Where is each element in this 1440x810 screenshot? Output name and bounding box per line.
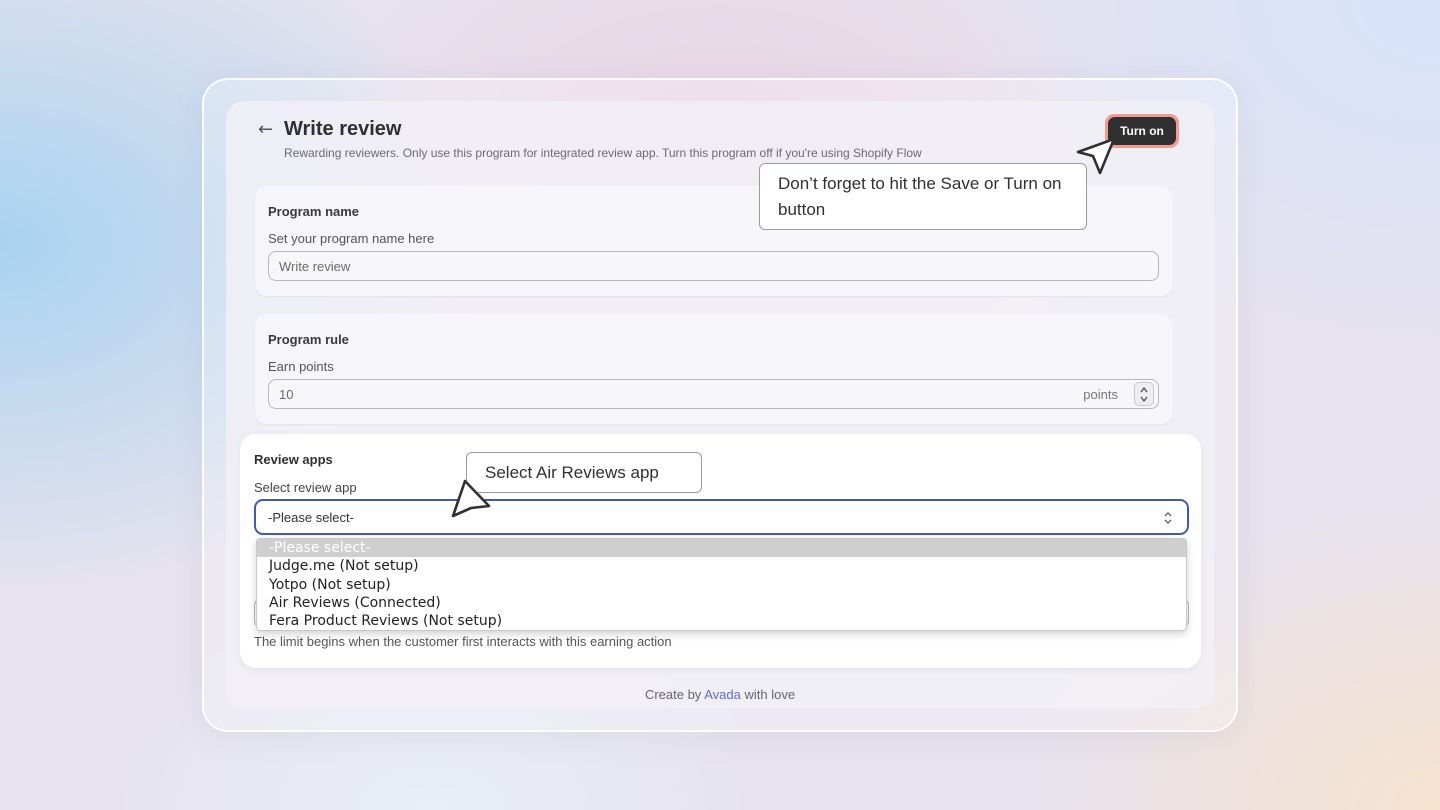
review-apps-title: Review apps (254, 452, 333, 467)
points-suffix: points (1083, 387, 1118, 402)
cursor-pointer-icon (1076, 137, 1116, 175)
review-app-selected-value: -Please select- (268, 509, 354, 525)
page-title: Write review (284, 118, 402, 140)
program-rule-card: Program rule Earn points 10 points (255, 314, 1173, 424)
footer-prefix: Create by (644, 687, 702, 702)
page-subtitle: Rewarding reviewers. Only use this progr… (284, 146, 922, 160)
dropdown-option-air-reviews[interactable]: Air Reviews (Connected) (257, 594, 1186, 612)
review-app-dropdown[interactable]: -Please select- Judge.me (Not setup) Yot… (256, 538, 1187, 631)
dropdown-option[interactable]: Fera Product Reviews (Not setup) (257, 612, 1186, 630)
arrow-left-icon[interactable]: ← (258, 119, 273, 141)
program-name-value: Write review (279, 258, 351, 274)
footer-credit: Create by Avada with love (0, 687, 1440, 702)
brand-link[interactable]: Avada (704, 687, 741, 702)
earn-points-label: Earn points (268, 359, 334, 374)
points-stepper[interactable] (1134, 382, 1154, 406)
footer-suffix: with love (744, 687, 796, 702)
save-hint-callout: Don’t forget to hit the Save or Turn on … (759, 163, 1087, 230)
chevron-down-icon[interactable] (1140, 395, 1148, 403)
review-app-select[interactable]: -Please select- (254, 499, 1189, 535)
dropdown-option[interactable]: -Please select- (257, 539, 1186, 558)
program-rule-title: Program rule (268, 332, 349, 347)
select-review-app-label: Select review app (254, 480, 357, 495)
air-reviews-hint-callout: Select Air Reviews app (466, 452, 702, 493)
dropdown-option[interactable]: Yotpo (Not setup) (257, 576, 1186, 594)
chevron-up-icon[interactable] (1140, 386, 1148, 394)
program-name-label: Set your program name here (268, 231, 435, 246)
earn-points-input[interactable]: 10 points (268, 379, 1159, 409)
dropdown-option[interactable]: Judge.me (Not setup) (257, 557, 1186, 575)
limit-hint: The limit begins when the customer first… (254, 634, 672, 649)
program-name-title: Program name (268, 204, 360, 219)
turn-on-button[interactable]: Turn on (1108, 117, 1176, 145)
program-name-input[interactable]: Write review (268, 251, 1159, 281)
earn-points-value: 10 (279, 386, 294, 402)
select-chevron-icon (1164, 512, 1172, 524)
cursor-pointer-icon (451, 479, 491, 518)
